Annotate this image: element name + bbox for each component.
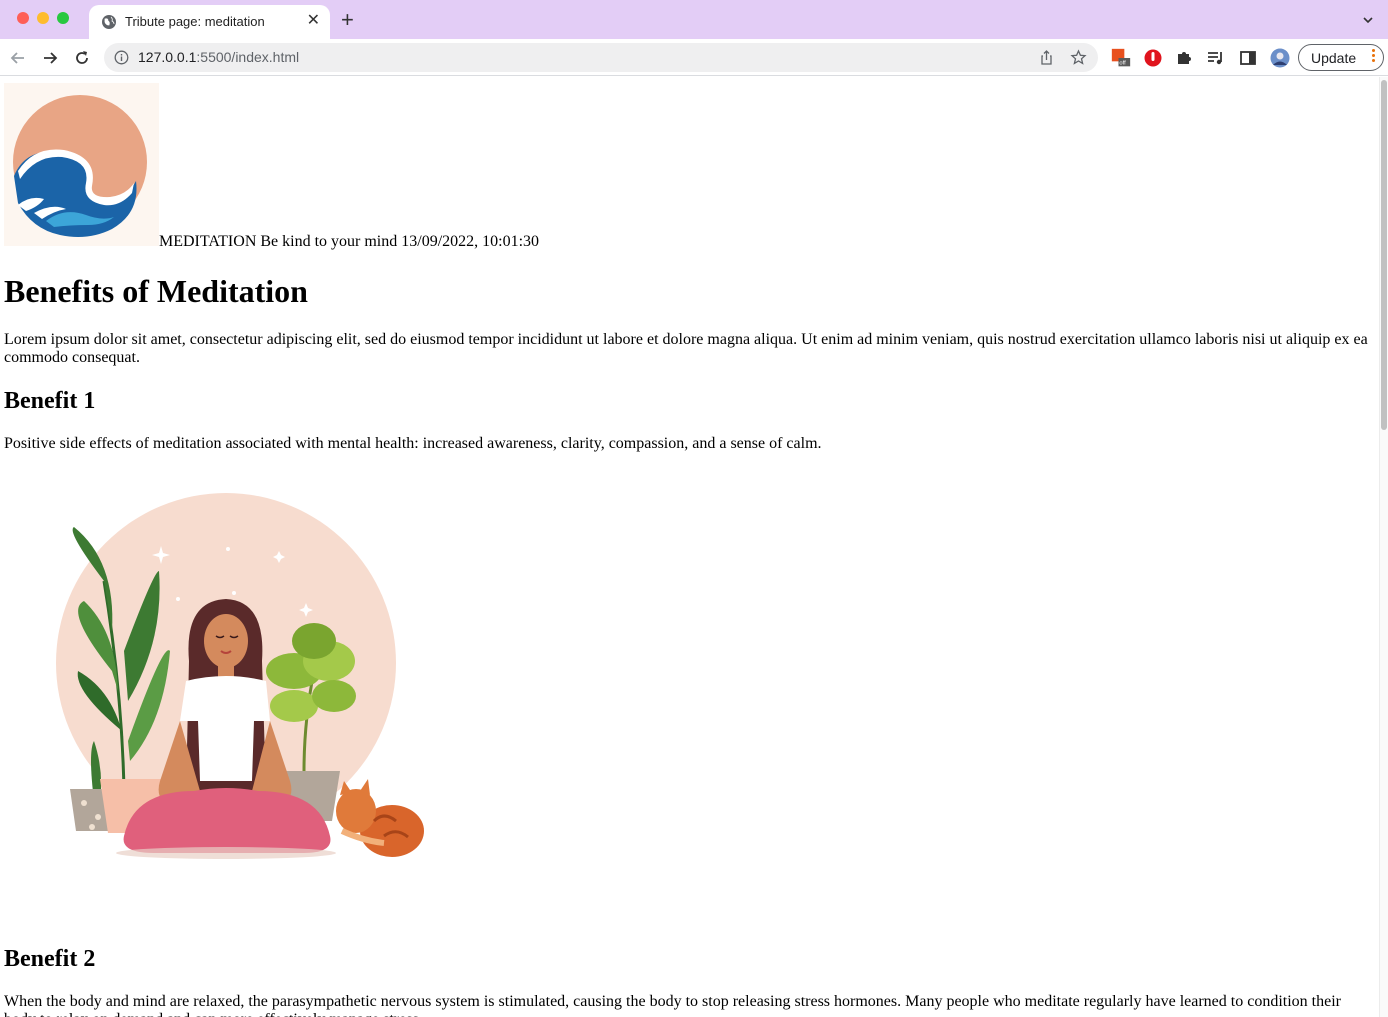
benefit-2-text: When the body and mind are relaxed, the … — [4, 993, 1341, 1017]
page-header: MEDITATION Be kind to your mind 13/09/20… — [4, 83, 1374, 251]
benefit-1-title: Benefit 1 — [4, 388, 96, 414]
update-label: Update — [1311, 50, 1357, 66]
profile-avatar-icon[interactable] — [1270, 48, 1290, 68]
scrollbar-thumb[interactable] — [1381, 80, 1387, 430]
adblock-extension-icon[interactable] — [1143, 48, 1163, 68]
window-zoom-button[interactable] — [57, 12, 69, 24]
extension-off-icon[interactable]: off — [1111, 48, 1131, 68]
share-icon[interactable] — [1038, 49, 1055, 66]
tab-close-icon[interactable]: ✕ — [307, 12, 320, 30]
globe-icon — [102, 15, 116, 29]
url-text: 127.0.0.1:5500/index.html — [138, 49, 299, 65]
page-title: Benefits of Meditation — [4, 273, 308, 309]
side-panel-icon[interactable] — [1238, 48, 1258, 68]
bookmark-star-icon[interactable] — [1070, 49, 1087, 66]
header-text: MEDITATION Be kind to your mind 13/09/20… — [159, 233, 540, 250]
meditation-illustration — [4, 491, 444, 921]
extensions-puzzle-icon[interactable] — [1175, 48, 1195, 68]
url-path: :5500/index.html — [196, 49, 300, 65]
intro-paragraph: Lorem ipsum dolor sit amet, consectetur … — [4, 331, 1368, 366]
meditation-logo — [4, 83, 159, 246]
page-viewport: MEDITATION Be kind to your mind 13/09/20… — [0, 77, 1379, 1017]
reload-icon[interactable] — [72, 48, 92, 68]
benefit-1-text: Positive side effects of meditation asso… — [4, 435, 822, 452]
extension-badge: off — [1119, 61, 1126, 67]
address-bar[interactable]: 127.0.0.1:5500/index.html — [104, 43, 1098, 72]
tab-title: Tribute page: meditation — [125, 14, 265, 29]
update-button[interactable]: Update — [1298, 44, 1384, 71]
forward-arrow-icon[interactable] — [40, 48, 60, 68]
window-minimize-button[interactable] — [37, 12, 49, 24]
url-host: 127.0.0.1 — [138, 49, 197, 65]
back-arrow-icon[interactable] — [8, 48, 28, 68]
browser-toolbar: 127.0.0.1:5500/index.html off Update — [0, 39, 1388, 76]
more-menu-icon[interactable] — [1372, 49, 1375, 64]
window-close-button[interactable] — [17, 12, 29, 24]
tab-strip: Tribute page: meditation ✕ + — [0, 0, 1388, 39]
site-info-icon[interactable] — [114, 50, 129, 65]
browser-tab[interactable]: Tribute page: meditation ✕ — [89, 5, 330, 39]
benefit-2-title: Benefit 2 — [4, 946, 96, 972]
media-queue-icon[interactable] — [1206, 48, 1226, 68]
new-tab-button[interactable]: + — [341, 8, 354, 32]
page-content: MEDITATION Be kind to your mind 13/09/20… — [4, 83, 1374, 1017]
tab-search-chevron-icon[interactable] — [1362, 14, 1374, 26]
